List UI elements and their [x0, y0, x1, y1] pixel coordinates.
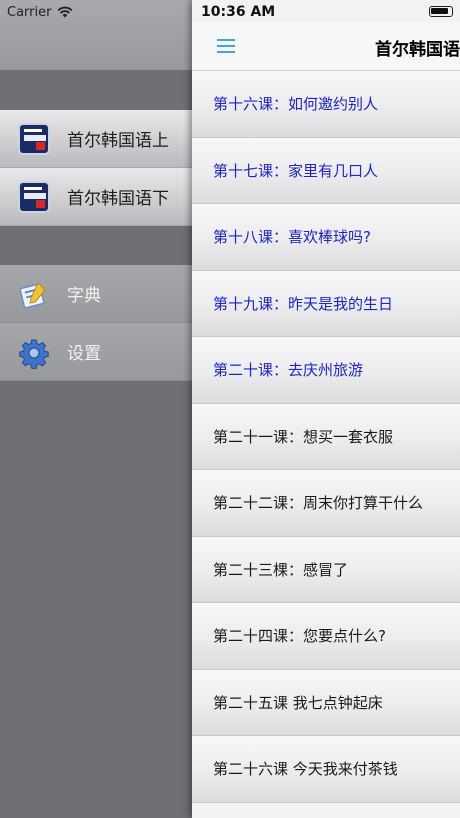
lesson-row[interactable]: 第二十一课：想买一套衣服 [192, 403, 460, 470]
lesson-title: 第二十三棵：感冒了 [213, 560, 349, 579]
dictionary-icon [19, 282, 46, 309]
lesson-title: 第二十六课 今天我来付茶钱 [213, 760, 398, 778]
hamburger-icon[interactable] [217, 39, 235, 53]
drawer-item-label: 首尔韩国语下 [67, 189, 169, 209]
page-title: 首尔韩国语 [375, 40, 460, 60]
book-cover-icon [18, 181, 50, 213]
drawer-item-book-1[interactable]: 首尔韩国语上 [0, 110, 192, 168]
lesson-row[interactable]: 第二十课：去庆州旅游 [192, 337, 460, 404]
lesson-row[interactable]: 第十六课：如何邀约别人 [192, 71, 460, 138]
lesson-title: 第二十五课 我七点钟起床 [213, 693, 383, 712]
lesson-title: 第二十二课：周末你打算干什么 [213, 494, 424, 512]
lesson-row[interactable]: 第十八课：喜欢棒球吗? [192, 204, 460, 271]
wifi-icon [58, 6, 73, 18]
drawer-item-settings[interactable]: 设置 [0, 323, 192, 381]
lesson-row[interactable]: 第十七课：家里有几口人 [192, 137, 460, 204]
gear-icon [19, 339, 49, 369]
lesson-title: 第十六课：如何邀约别人 [213, 95, 379, 113]
lesson-row[interactable]: 第二十四课：您要点什么? [192, 603, 460, 670]
lesson-title: 第十七课：家里有几口人 [213, 161, 379, 180]
lesson-title: 第十九课：昨天是我的生日 [213, 294, 394, 313]
carrier-status: Carrier [7, 4, 73, 20]
lesson-row[interactable]: 第十九课：昨天是我的生日 [192, 270, 460, 337]
drawer-item-label: 字典 [67, 286, 101, 306]
side-drawer: Carrier 首尔韩国语上 首尔韩国语下 字典 设置 [0, 0, 192, 818]
nav-bar: 首尔韩国语 [192, 22, 460, 71]
drawer-item-label: 首尔韩国语上 [67, 131, 169, 151]
lesson-row[interactable]: 第二十六课 今天我来付茶钱 [192, 736, 460, 803]
lesson-row[interactable]: 第二十五课 我七点钟起床 [192, 669, 460, 736]
carrier-label: Carrier [7, 4, 52, 20]
battery-icon [429, 6, 453, 17]
lesson-row[interactable]: 第二十三棵：感冒了 [192, 536, 460, 603]
drawer-item-book-2[interactable]: 首尔韩国语下 [0, 168, 192, 226]
lesson-row[interactable]: 第二十二课：周末你打算干什么 [192, 470, 460, 537]
drawer-item-label: 设置 [67, 344, 101, 364]
drawer-item-dictionary[interactable]: 字典 [0, 265, 192, 323]
book-cover-icon [18, 123, 50, 155]
lesson-panel: 10:36 AM 首尔韩国语 第十六课：如何邀约别人 第十七课：家里有几口人 第十八… [192, 0, 460, 818]
lesson-title: 第十八课：喜欢棒球吗? [213, 228, 371, 246]
lesson-list: 第十六课：如何邀约别人 第十七课：家里有几口人 第十八课：喜欢棒球吗? 第十九课：昨天… [192, 71, 460, 803]
status-time: 10:36 AM [201, 4, 276, 20]
lesson-title: 第二十课：去庆州旅游 [213, 361, 364, 379]
lesson-title: 第二十一课：想买一套衣服 [213, 427, 394, 446]
lesson-title: 第二十四课：您要点什么? [213, 627, 386, 645]
status-bar: 10:36 AM [192, 0, 460, 22]
